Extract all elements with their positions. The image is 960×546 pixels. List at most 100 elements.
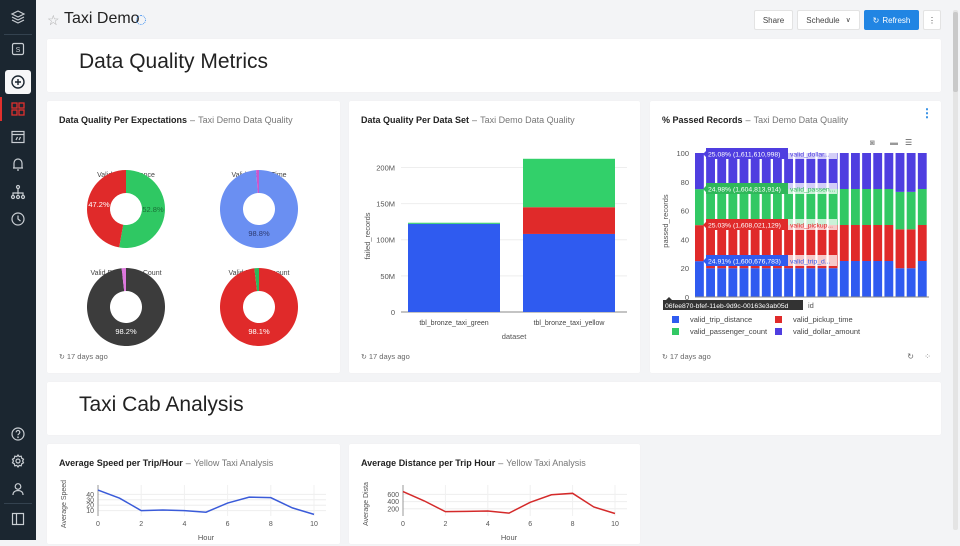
widget-title: Data Quality Per Data Set – Taxi Demo Data… — [361, 115, 575, 125]
y-tick-label: 100 — [676, 149, 689, 158]
widget-title: Average Speed per Trip/Hour – Yellow Taxi … — [59, 458, 274, 468]
donut-charts: Valid Trip Distance52.8%47.2%Valid Picku… — [86, 170, 299, 347]
y-axis-label: passed_records — [661, 194, 670, 248]
stacked-bar-segment — [851, 153, 860, 189]
sidebar: S — [0, 0, 36, 540]
share-button[interactable]: Share — [754, 10, 793, 30]
y-axis-label: Average Dista — [363, 482, 370, 526]
stacked-bar-segment — [784, 268, 793, 297]
x-tick-label: 0 — [401, 521, 405, 528]
alerts-icon[interactable] — [5, 152, 31, 176]
workflows-icon[interactable] — [5, 180, 31, 204]
y-tick-label: 50M — [380, 272, 395, 281]
stacked-bar-segment — [862, 261, 871, 297]
y-tick-label: 100M — [376, 236, 395, 245]
queries-icon[interactable] — [5, 125, 31, 149]
donut-label: 52.8% — [142, 205, 164, 214]
scrollbar-thumb[interactable] — [953, 12, 958, 92]
stacked-bar-segment — [884, 153, 894, 189]
x-tick-label: 8 — [571, 521, 575, 528]
star-icon[interactable]: ☆ — [47, 12, 60, 29]
stacked-bar-segment — [906, 153, 916, 192]
stacked-bar-segment — [851, 189, 860, 225]
stacked-bar-segment — [895, 153, 905, 192]
widget-source: Taxi Demo Data Quality — [198, 115, 293, 125]
user-icon[interactable] — [5, 477, 31, 501]
x-tick-label: 10 — [310, 521, 318, 528]
x-tick-label: 2 — [139, 521, 143, 528]
stacked-bar-segment — [695, 189, 704, 226]
help-icon[interactable] — [5, 422, 31, 446]
widget-menu-icon[interactable]: ⋮ — [921, 106, 933, 120]
widget-title-text: Data Quality Per Expectations — [59, 115, 188, 125]
legend-item[interactable]: valid_dollar_amount — [775, 327, 860, 336]
section-header-card: Taxi Cab Analysis — [47, 382, 941, 435]
y-tick-label: 40 — [681, 235, 689, 244]
stacked-bar-segment — [839, 225, 849, 261]
page-title: Taxi Demo — [64, 10, 140, 27]
x-tick-label: 4 — [182, 521, 186, 528]
widget-quality-per-dataset: Data Quality Per Data Set – Taxi Demo Data… — [349, 101, 640, 373]
x-tick-label: 6 — [528, 521, 532, 528]
stacked-bar-segment — [695, 261, 704, 297]
donut-label: 47.2% — [88, 200, 110, 209]
updated-text: 17 days ago — [368, 352, 410, 361]
legend-item[interactable]: valid_pickup_time — [775, 315, 853, 324]
y-tick-label: 150M — [376, 200, 395, 209]
refresh-icon: ↻ — [662, 354, 668, 361]
hover-label-name: valid_trip_d... — [790, 259, 831, 266]
donut-label: 98.8% — [248, 229, 270, 238]
stacked-bar-segment — [761, 268, 771, 297]
loading-spinner-icon — [136, 15, 146, 25]
stacked-bar-segment — [717, 268, 727, 297]
legend-item[interactable]: valid_passenger_count — [672, 327, 767, 336]
bar-segment — [523, 233, 615, 312]
kebab-icon: ⋮ — [928, 15, 936, 25]
sql-label: S — [16, 47, 21, 54]
schedule-label: Schedule — [806, 15, 840, 25]
stacked-bar-segment — [839, 261, 849, 297]
widget-title-text: Average Distance per Trip Hour — [361, 458, 496, 468]
legend-swatch — [672, 316, 679, 323]
sidebar-divider — [4, 34, 32, 35]
hover-label: 24.98% (1,604,813,914) valid_passen... — [703, 183, 837, 194]
last-updated: ↻ 17 days ago — [662, 352, 711, 361]
more-options-button[interactable]: ⋮ — [923, 10, 941, 30]
section-title: Taxi Cab Analysis — [79, 393, 244, 416]
schedule-button[interactable]: Schedule ∨ — [797, 10, 860, 30]
stacked-bar-segment — [817, 268, 827, 297]
stacked-bar-segment — [773, 268, 782, 297]
stacked-bar-segment — [917, 189, 927, 225]
x-tick-label: tbl_bronze_taxi_green — [419, 320, 488, 327]
hover-label-name: valid_dollar... — [790, 152, 830, 159]
x-tick-label: 0 — [96, 521, 100, 528]
history-icon[interactable] — [5, 207, 31, 231]
add-icon[interactable] — [5, 70, 31, 94]
y-tick-label: 200M — [376, 163, 395, 172]
sidebar-divider — [4, 503, 32, 504]
hover-label-name: valid_passen... — [790, 187, 835, 194]
donut-label: 98.1% — [248, 327, 270, 336]
refresh-widget-icon[interactable]: ↻ — [907, 352, 914, 361]
widget-source: Taxi Demo Data Quality — [753, 115, 849, 125]
scrollbar[interactable] — [953, 10, 958, 530]
stacked-bar-segment — [839, 153, 849, 189]
x-tick-label: 6 — [226, 521, 230, 528]
widget-source: Yellow Taxi Analysis — [193, 458, 274, 468]
y-tick-label: 400 — [387, 499, 399, 506]
stacked-bar-segment — [906, 229, 916, 269]
resize-handle-icon[interactable]: ⁘ — [924, 352, 931, 361]
stacked-bar-segment — [839, 189, 849, 225]
stacked-bar-segment — [884, 189, 894, 225]
dashboards-icon[interactable] — [0, 97, 31, 121]
stacked-bar-segment — [795, 268, 805, 297]
layers-icon[interactable] — [5, 5, 31, 29]
widget-source: Yellow Taxi Analysis — [506, 458, 586, 468]
collapse-sidebar-icon[interactable] — [5, 507, 31, 531]
y-tick-label: 60 — [681, 207, 689, 216]
updated-text: 17 days ago — [669, 352, 711, 361]
refresh-button[interactable]: ↻ Refresh — [864, 10, 919, 30]
settings-icon[interactable] — [5, 449, 31, 473]
legend-item[interactable]: valid_trip_distance — [672, 315, 752, 324]
sql-persona-icon[interactable]: S — [5, 37, 31, 61]
